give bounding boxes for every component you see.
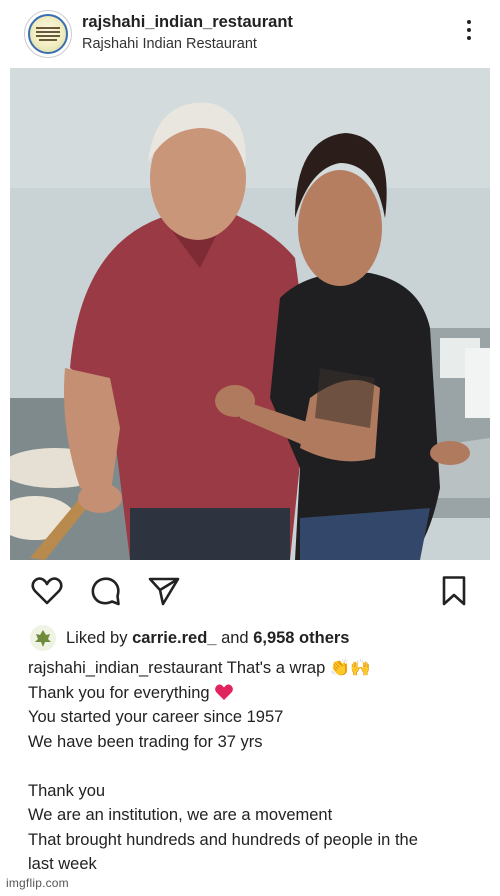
watermark: imgflip.com bbox=[6, 876, 69, 890]
comment-icon[interactable] bbox=[89, 574, 123, 608]
likes-count[interactable]: 6,958 others bbox=[253, 629, 349, 648]
bookmark-icon[interactable] bbox=[437, 574, 471, 608]
caption-line: We are an institution, we are a movement bbox=[28, 806, 333, 824]
post-photo[interactable] bbox=[10, 68, 490, 560]
post-location[interactable]: Rajshahi Indian Restaurant bbox=[82, 36, 257, 52]
caption-first-text: That's a wrap bbox=[226, 659, 326, 677]
send-icon[interactable] bbox=[147, 574, 181, 608]
restaurant-logo-icon bbox=[28, 14, 68, 54]
caption-line: Thank you for everything bbox=[28, 681, 483, 706]
post-header: rajshahi_indian_restaurant Rajshahi Indi… bbox=[10, 0, 490, 66]
caption-line: last week bbox=[28, 855, 97, 873]
profile-avatar[interactable] bbox=[24, 10, 72, 58]
instagram-post: rajshahi_indian_restaurant Rajshahi Indi… bbox=[10, 0, 490, 896]
caption-line: That brought hundreds and hundreds of pe… bbox=[28, 830, 418, 849]
likes-summary[interactable]: Liked by carrie.red_ and 6,958 others bbox=[30, 624, 350, 652]
liker-avatar[interactable] bbox=[30, 625, 56, 651]
caption-line: We have been trading for 37 yrs bbox=[28, 732, 263, 751]
heart-outline-icon[interactable] bbox=[30, 574, 64, 608]
post-username[interactable]: rajshahi_indian_restaurant bbox=[82, 13, 293, 32]
caption-first-line: rajshahi_indian_restaurant That's a wrap… bbox=[28, 656, 483, 681]
post-action-bar bbox=[10, 568, 490, 614]
caption-line: Thank you bbox=[28, 781, 106, 800]
caption-line: You started your career since 1957 bbox=[28, 708, 284, 726]
clap-emoji-icon: 👏🙌 bbox=[329, 659, 371, 677]
red-heart-icon bbox=[215, 684, 234, 700]
post-caption: rajshahi_indian_restaurant That's a wrap… bbox=[28, 656, 483, 877]
liker-username[interactable]: carrie.red_ bbox=[132, 629, 216, 648]
more-options-icon[interactable] bbox=[464, 20, 474, 46]
likes-conjunction: and bbox=[221, 628, 249, 647]
caption-username[interactable]: rajshahi_indian_restaurant bbox=[28, 659, 222, 677]
likes-prefix: Liked by bbox=[66, 628, 128, 647]
